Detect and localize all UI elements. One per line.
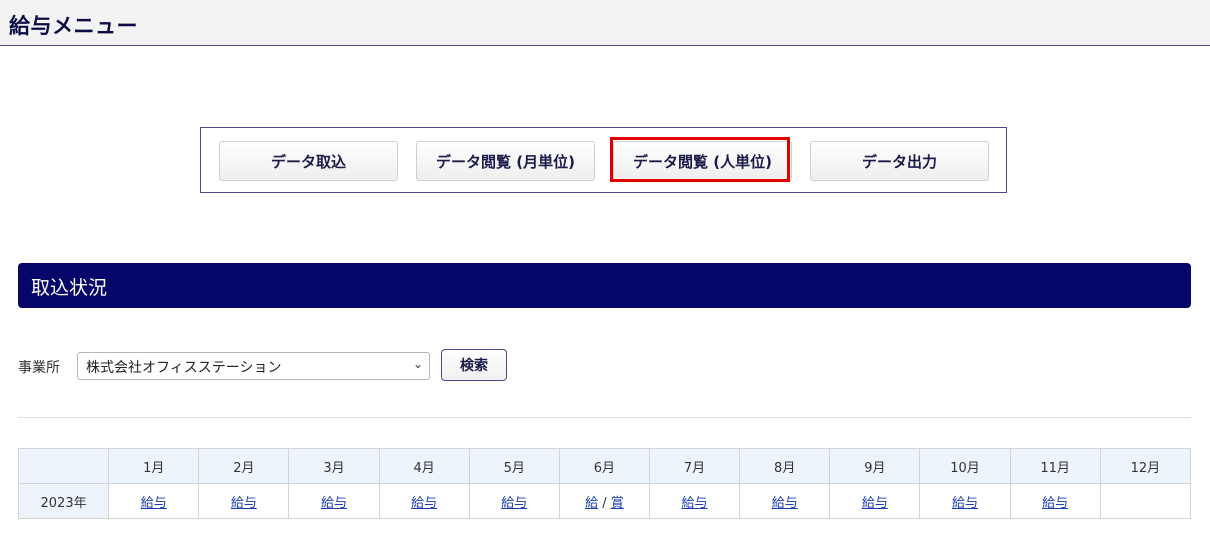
- office-select[interactable]: 株式会社オフィスステーション ⌄: [77, 352, 430, 380]
- data-import-button[interactable]: データ取込: [219, 141, 398, 181]
- page-header: 給与メニュー: [0, 0, 1210, 46]
- month-cell: 給与: [108, 483, 200, 519]
- search-button[interactable]: 検索: [441, 349, 507, 381]
- month-cell: 給与: [468, 483, 560, 519]
- salary-link[interactable]: 給与: [321, 496, 347, 511]
- table-row: 2023年 給与 給与 給与 給与 給与 給 / 賞 給与 給与 給与 給与 給…: [17, 483, 1192, 519]
- salary-link[interactable]: 給与: [411, 496, 437, 511]
- year-cell: 2023年: [17, 483, 110, 519]
- salary-link[interactable]: 給与: [772, 496, 798, 511]
- import-status-table: 1月 2月 3月 4月 5月 6月 7月 8月 9月 10月 11月 12月 2…: [17, 448, 1192, 519]
- year-header-cell: [17, 448, 110, 484]
- month-header: 12月: [1099, 448, 1192, 484]
- salary-link[interactable]: 給: [585, 496, 598, 511]
- section-title: 取込状況: [31, 277, 108, 299]
- month-cell: 給与: [1009, 483, 1101, 519]
- page-title: 給与メニュー: [9, 14, 138, 38]
- data-view-monthly-button[interactable]: データ閲覧 (月単位): [416, 141, 595, 181]
- salary-link[interactable]: 給与: [682, 496, 708, 511]
- salary-link[interactable]: 給与: [862, 496, 888, 511]
- month-header: 10月: [919, 448, 1011, 484]
- divider: [18, 417, 1191, 418]
- month-header: 6月: [558, 448, 650, 484]
- data-view-person-button[interactable]: データ閲覧 (人単位): [613, 141, 792, 181]
- salary-link[interactable]: 給与: [952, 496, 978, 511]
- month-cell: 給与: [919, 483, 1011, 519]
- month-header: 7月: [648, 448, 741, 484]
- chevron-down-icon: ⌄: [412, 357, 423, 371]
- table-header-row: 1月 2月 3月 4月 5月 6月 7月 8月 9月 10月 11月 12月: [17, 448, 1192, 484]
- month-header: 11月: [1009, 448, 1101, 484]
- month-cell: 給与: [739, 483, 831, 519]
- month-header: 2月: [198, 448, 290, 484]
- section-header: 取込状況: [18, 263, 1191, 308]
- month-header: 1月: [108, 448, 200, 484]
- month-cell: 給与: [378, 483, 470, 519]
- bonus-link[interactable]: 賞: [611, 496, 624, 511]
- salary-link[interactable]: 給与: [231, 496, 257, 511]
- month-header: 8月: [739, 448, 831, 484]
- month-cell: [1099, 483, 1192, 519]
- month-cell: 給与: [288, 483, 380, 519]
- month-cell: 給与: [829, 483, 921, 519]
- salary-link[interactable]: 給与: [501, 496, 527, 511]
- link-separator: /: [602, 495, 607, 511]
- month-header: 3月: [288, 448, 380, 484]
- data-export-button[interactable]: データ出力: [810, 141, 989, 181]
- month-header: 5月: [468, 448, 560, 484]
- office-select-value: 株式会社オフィスステーション: [86, 360, 282, 376]
- salary-link[interactable]: 給与: [1042, 496, 1068, 511]
- salary-link[interactable]: 給与: [141, 496, 167, 511]
- month-cell: 給与: [648, 483, 741, 519]
- month-header: 4月: [378, 448, 470, 484]
- month-cell: 給 / 賞: [558, 483, 650, 519]
- month-cell: 給与: [198, 483, 290, 519]
- month-header: 9月: [829, 448, 921, 484]
- menu-button-panel: データ取込 データ閲覧 (月単位) データ閲覧 (人単位) データ出力: [200, 127, 1007, 193]
- office-label: 事業所: [18, 360, 60, 376]
